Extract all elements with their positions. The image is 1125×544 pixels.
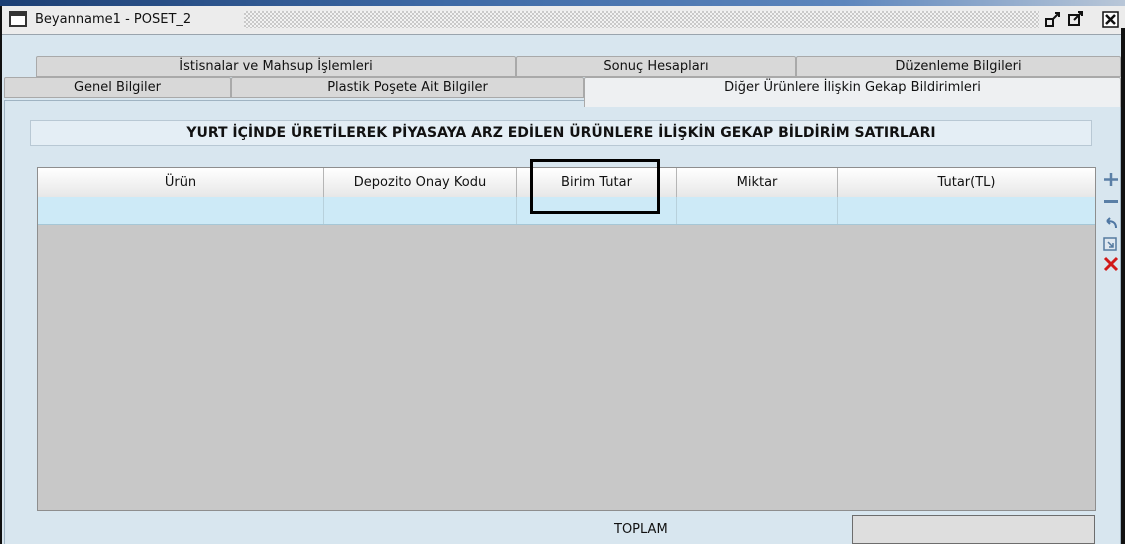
window-title: Beyanname1 - POSET_2 xyxy=(35,12,196,27)
window-right-border xyxy=(1121,28,1125,544)
undo-icon[interactable] xyxy=(1102,215,1120,232)
window-icon[interactable] xyxy=(9,11,27,27)
cell-urun[interactable] xyxy=(38,197,324,224)
cell-miktar[interactable] xyxy=(677,197,838,224)
data-grid[interactable]: Ürün Depozito Onay Kodu Birim Tutar Mikt… xyxy=(37,167,1096,511)
delete-icon[interactable] xyxy=(1102,255,1120,272)
tab-duzenleme-bilgileri[interactable]: Düzenleme Bilgileri xyxy=(796,56,1121,77)
column-header-tutar[interactable]: Tutar(TL) xyxy=(838,168,1095,197)
title-bar-pattern xyxy=(244,11,1039,28)
total-label: TOPLAM xyxy=(614,522,668,537)
column-header-depozito-onay-kodu[interactable]: Depozito Onay Kodu xyxy=(324,168,517,197)
highlight-box xyxy=(530,159,660,214)
tab-diger-urunler[interactable]: Diğer Ürünlere İlişkin Gekap Bildirimler… xyxy=(584,77,1121,107)
tab-row-1: İstisnalar ve Mahsup İşlemleri Sonuç Hes… xyxy=(0,56,1125,77)
restore-icon[interactable] xyxy=(1044,10,1064,29)
section-title: YURT İÇİNDE ÜRETİLEREK PİYASAYA ARZ EDİL… xyxy=(30,120,1092,146)
column-header-urun[interactable]: Ürün xyxy=(38,168,324,197)
maximize-icon[interactable] xyxy=(1066,10,1086,29)
tab-genel-bilgiler[interactable]: Genel Bilgiler xyxy=(4,77,231,98)
cell-tutar[interactable] xyxy=(838,197,1095,224)
minus-icon[interactable] xyxy=(1102,193,1120,210)
close-icon[interactable] xyxy=(1101,10,1121,29)
title-bar[interactable]: Beyanname1 - POSET_2 xyxy=(2,6,1125,35)
tab-istisnalar[interactable]: İstisnalar ve Mahsup İşlemleri xyxy=(36,56,516,77)
tab-plastik-posete[interactable]: Plastik Poşete Ait Bilgiler xyxy=(231,77,584,98)
tab-row-2: Genel Bilgiler Plastik Poşete Ait Bilgil… xyxy=(0,77,1125,107)
column-header-miktar[interactable]: Miktar xyxy=(677,168,838,197)
cell-depozito-onay-kodu[interactable] xyxy=(324,197,517,224)
import-icon[interactable] xyxy=(1102,235,1120,252)
total-value-field xyxy=(852,515,1095,544)
tab-sonuc-hesaplari[interactable]: Sonuç Hesapları xyxy=(516,56,796,77)
plus-icon[interactable] xyxy=(1102,171,1120,188)
